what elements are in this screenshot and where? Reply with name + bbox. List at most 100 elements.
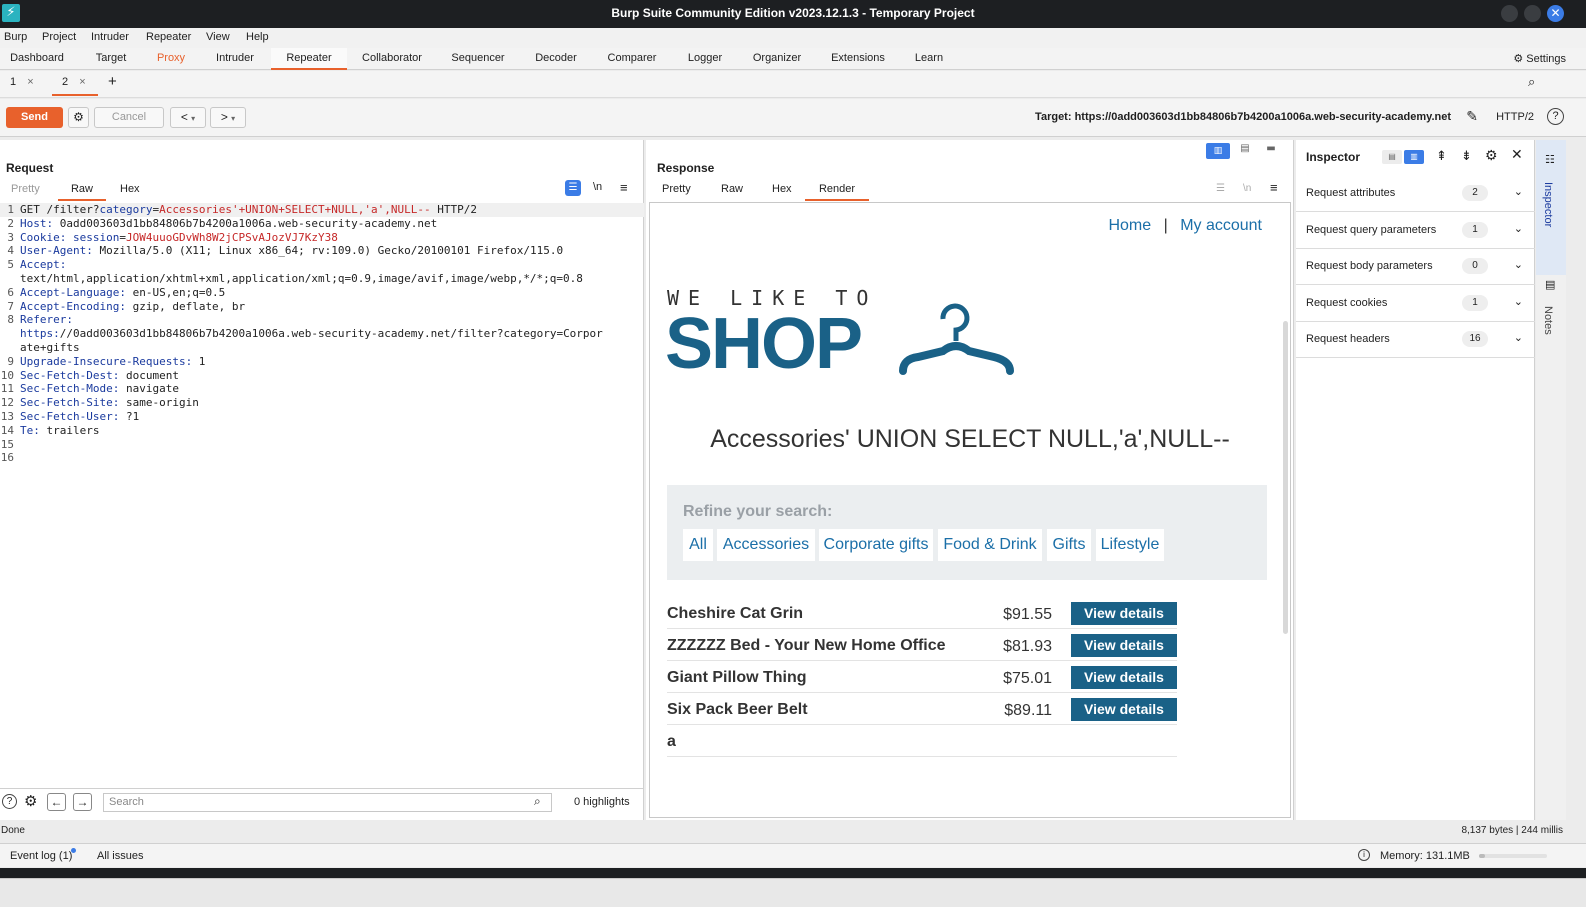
my-account-link[interactable]: My account <box>1180 217 1262 234</box>
search-icon[interactable]: ⌕ <box>1528 74 1535 94</box>
settings-button[interactable]: ⚙ Settings <box>1513 52 1566 65</box>
previous-match-arrow-icon[interactable]: ← <box>47 793 66 811</box>
request-line[interactable]: 2 Host: 0add003603d1bb84806b7b4200a1006a.… <box>0 217 644 231</box>
menu-help[interactable]: Help <box>246 31 269 43</box>
help-icon[interactable]: ? <box>1547 108 1564 125</box>
response-tab-render[interactable]: Render <box>805 183 869 201</box>
view-details-button[interactable]: View details <box>1071 602 1177 625</box>
request-line[interactable]: 13 Sec-Fetch-User: ?1 <box>0 410 644 424</box>
request-line[interactable]: 14 Te: trailers <box>0 424 644 438</box>
menu-project[interactable]: Project <box>42 31 76 43</box>
add-tab-icon[interactable]: + <box>108 73 117 93</box>
tab-comparer[interactable]: Comparer <box>596 48 668 70</box>
info-icon[interactable]: i <box>1358 849 1370 861</box>
inspector-section-row[interactable]: Request headers 16 ⌄ <box>1296 321 1535 358</box>
request-line[interactable]: 10 Sec-Fetch-Dest: document <box>0 369 644 383</box>
tab-collaborator[interactable]: Collaborator <box>350 48 434 70</box>
close-tab-icon[interactable]: × <box>79 76 85 88</box>
cancel-button[interactable]: Cancel <box>94 107 164 128</box>
home-link[interactable]: Home <box>1108 217 1151 234</box>
edit-target-pencil-icon[interactable]: ✎ <box>1466 108 1478 125</box>
category-gifts[interactable]: Gifts <box>1047 529 1091 561</box>
tab-organizer[interactable]: Organizer <box>740 48 814 70</box>
layout-stacked-icon[interactable]: ▤ <box>1234 143 1256 159</box>
all-issues-button[interactable]: All issues <box>97 850 143 862</box>
layout-tabs-icon[interactable]: ▬ <box>1260 143 1282 159</box>
category-lifestyle[interactable]: Lifestyle <box>1096 529 1164 561</box>
close-icon[interactable]: ✕ <box>1511 146 1523 163</box>
request-line[interactable]: 7 Accept-Encoding: gzip, deflate, br <box>0 300 644 314</box>
sidebar-tab-inspector[interactable]: Inspector <box>1542 182 1554 227</box>
tab-repeater[interactable]: Repeater <box>271 48 347 70</box>
view-details-button[interactable]: View details <box>1071 634 1177 657</box>
chevron-down-icon[interactable]: ⌄ <box>1514 331 1523 344</box>
request-editor[interactable]: 1 GET /filter?category=Accessories'+UNION… <box>0 203 644 783</box>
protocol-label[interactable]: HTTP/2 <box>1496 111 1534 123</box>
response-tab-raw[interactable]: Raw <box>721 183 743 201</box>
menu-burp[interactable]: Burp <box>4 31 27 43</box>
request-line[interactable]: 6 Accept-Language: en-US,en;q=0.5 <box>0 286 644 300</box>
repeater-tab-2[interactable]: 2 × <box>52 76 98 96</box>
menu-view[interactable]: View <box>206 31 230 43</box>
send-button[interactable]: Send <box>6 107 63 128</box>
tab-proxy[interactable]: Proxy <box>148 48 194 70</box>
request-line[interactable]: 16 <box>0 451 644 465</box>
request-line[interactable]: 4 User-Agent: Mozilla/5.0 (X11; Linux x86… <box>0 244 644 258</box>
request-line[interactable]: 15 <box>0 438 644 452</box>
chevron-down-icon[interactable]: ⌄ <box>1514 185 1523 198</box>
render-scrollbar[interactable] <box>1283 321 1288 634</box>
chevron-down-icon[interactable]: ⌄ <box>1514 222 1523 235</box>
tab-dashboard[interactable]: Dashboard <box>0 48 74 70</box>
request-line[interactable]: 9 Upgrade-Insecure-Requests: 1 <box>0 355 644 369</box>
panel-menu-icon[interactable]: ≡ <box>1270 180 1278 198</box>
newline-toggle-icon[interactable]: \n <box>593 181 602 199</box>
menu-repeater[interactable]: Repeater <box>146 31 191 43</box>
event-log-button[interactable]: Event log (1) <box>10 850 72 862</box>
view-details-button[interactable]: View details <box>1071 698 1177 721</box>
category-food-drink[interactable]: Food & Drink <box>938 529 1042 561</box>
request-line[interactable]: 11 Sec-Fetch-Mode: navigate <box>0 382 644 396</box>
request-line[interactable]: 12 Sec-Fetch-Site: same-origin <box>0 396 644 410</box>
repeater-tab-1[interactable]: 1 × <box>10 76 40 96</box>
request-tab-raw[interactable]: Raw <box>58 183 106 201</box>
inspector-section-row[interactable]: Request cookies 1 ⌄ <box>1296 285 1535 322</box>
newline-toggle-icon[interactable]: \n <box>1243 183 1251 201</box>
tab-extensions[interactable]: Extensions <box>820 48 896 70</box>
menu-intruder[interactable]: Intruder <box>91 31 129 43</box>
response-tab-pretty[interactable]: Pretty <box>662 183 691 201</box>
request-line[interactable]: 1 GET /filter?category=Accessories'+UNION… <box>0 203 644 217</box>
category-all[interactable]: All <box>683 529 713 561</box>
search-input[interactable]: Search <box>103 793 552 812</box>
wrap-lines-icon[interactable]: ☰ <box>1216 183 1225 201</box>
gear-icon[interactable]: ⚙ <box>1485 147 1498 164</box>
request-tab-pretty[interactable]: Pretty <box>11 183 40 201</box>
inspector-section-row[interactable]: Request query parameters 1 ⌄ <box>1296 212 1535 249</box>
tab-intruder[interactable]: Intruder <box>200 48 270 70</box>
tab-sequencer[interactable]: Sequencer <box>440 48 516 70</box>
view-details-button[interactable]: View details <box>1071 666 1177 689</box>
inspector-layout-split-icon[interactable]: ▥ <box>1404 150 1424 164</box>
panel-menu-icon[interactable]: ≡ <box>620 180 628 198</box>
request-line[interactable]: 3 Cookie: session=JOW4uuoGDvWh8W2jCPSvAJo… <box>0 231 644 245</box>
tab-target[interactable]: Target <box>76 48 146 70</box>
maximize-button[interactable] <box>1524 5 1541 22</box>
request-line[interactable]: ate+gifts <box>0 341 644 355</box>
tab-learn[interactable]: Learn <box>904 48 954 70</box>
inspector-section-row[interactable]: Request attributes 2 ⌄ <box>1296 175 1535 212</box>
send-settings-gear-icon[interactable]: ⚙ <box>68 107 89 128</box>
inspector-layout-list-icon[interactable]: ▤ <box>1382 150 1402 164</box>
sidebar-tab-notes[interactable]: Notes <box>1542 306 1554 335</box>
request-line[interactable]: https://0add003603d1bb84806b7b4200a1006a… <box>0 327 644 341</box>
response-tab-hex[interactable]: Hex <box>772 183 792 201</box>
gear-icon[interactable]: ⚙ <box>24 792 37 810</box>
collapse-all-icon[interactable]: ⇟ <box>1461 148 1472 164</box>
layout-side-by-side-icon[interactable]: ▥ <box>1206 143 1230 159</box>
category-corporate-gifts[interactable]: Corporate gifts <box>819 529 933 561</box>
category-accessories[interactable]: Accessories <box>717 529 815 561</box>
minimize-button[interactable] <box>1501 5 1518 22</box>
forward-button[interactable]: > ▾ <box>210 107 246 128</box>
chevron-down-icon[interactable]: ⌄ <box>1514 258 1523 271</box>
help-icon[interactable]: ? <box>2 794 17 809</box>
back-button[interactable]: < ▾ <box>170 107 206 128</box>
chevron-down-icon[interactable]: ⌄ <box>1514 295 1523 308</box>
